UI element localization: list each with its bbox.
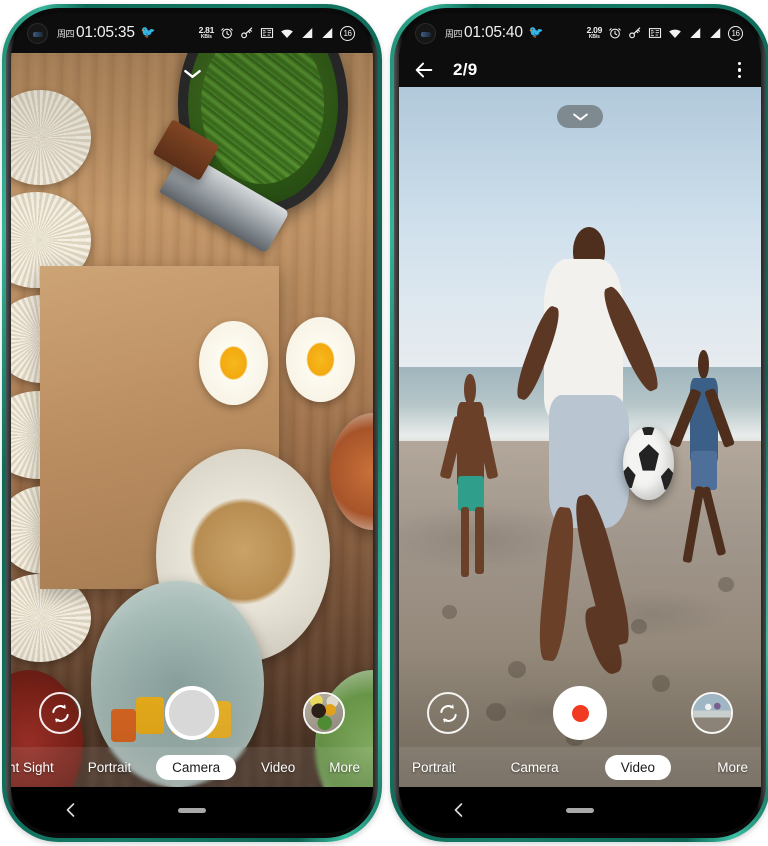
camera-mode-bar-left: ht Sight Portrait Camera Video More [11, 747, 373, 787]
network-speed-unit: KB/s [200, 33, 212, 40]
nav-back-icon[interactable] [451, 802, 467, 818]
mode-portrait[interactable]: Portrait [403, 755, 465, 780]
gallery-thumbnail-button[interactable] [691, 692, 733, 734]
thumbnail-image-beach [693, 694, 731, 732]
key-icon [241, 27, 253, 39]
bird-icon: 🐦 [140, 25, 156, 39]
phone-device-right: 周四 01:05:40 🐦 2.09 KB/s 16 2/9 Portrait … [390, 4, 768, 842]
phone-screen-left: 周四 01:05:35 🐦 2.81 KB/s 16 ht Sight Port… [11, 13, 373, 833]
status-bar-right: 周四 01:05:40 🐦 2.09 KB/s 16 [399, 13, 761, 53]
network-speed-unit: KB/s [588, 33, 600, 40]
bird-icon: 🐦 [528, 25, 544, 39]
page-title: 2/9 [453, 60, 478, 79]
status-icons-left: 2.81 KB/s 16 [199, 25, 355, 41]
nav-home-handle[interactable] [566, 807, 594, 813]
mode-portrait[interactable]: Portrait [79, 755, 141, 780]
switch-camera-button[interactable] [427, 692, 469, 734]
status-icons-right: 2.09 KB/s 16 [587, 25, 743, 41]
vpn-icon [648, 28, 662, 38]
signal-icon [302, 28, 313, 38]
battery-indicator: 16 [340, 25, 355, 41]
chevron-down-glyph [183, 69, 201, 79]
nav-home-handle[interactable] [178, 807, 206, 813]
mode-video[interactable]: Video [252, 755, 304, 780]
alarm-icon [221, 28, 233, 39]
wifi-icon [281, 29, 293, 38]
camera-viewfinder-right[interactable]: Portrait Camera Video More [399, 87, 761, 787]
camera-controls-right [399, 681, 761, 745]
system-nav-bar-left [11, 787, 373, 833]
chevron-down-icon[interactable] [172, 63, 212, 85]
mode-night-sight[interactable]: ht Sight [11, 755, 63, 780]
app-bar-right: 2/9 [399, 53, 761, 87]
signal-icon-2 [322, 28, 333, 38]
mode-more[interactable]: More [708, 755, 757, 780]
system-nav-bar-right [399, 787, 761, 833]
status-day-label: 周四 [57, 28, 75, 39]
chevron-down-icon[interactable] [557, 105, 603, 128]
thumbnail-image-spices [305, 694, 343, 732]
phone-screen-right: 周四 01:05:40 🐦 2.09 KB/s 16 2/9 Portrait … [399, 13, 761, 833]
mode-video[interactable]: Video [604, 754, 672, 780]
switch-camera-icon [51, 703, 69, 723]
battery-indicator: 16 [728, 25, 743, 41]
record-button[interactable] [553, 686, 607, 740]
mode-more[interactable]: More [320, 755, 369, 780]
network-speed-indicator: 2.09 KB/s [587, 26, 603, 40]
wifi-icon [669, 29, 681, 38]
phone-device-left: 周四 01:05:35 🐦 2.81 KB/s 16 ht Sight Port… [2, 4, 382, 842]
punch-hole-camera-icon [27, 22, 48, 44]
mode-camera[interactable]: Camera [156, 754, 237, 780]
switch-camera-button[interactable] [39, 692, 81, 734]
camera-viewfinder-left[interactable]: ht Sight Portrait Camera Video More [11, 53, 373, 787]
alarm-icon [609, 28, 621, 39]
status-bar-left: 周四 01:05:35 🐦 2.81 KB/s 16 [11, 13, 373, 53]
camera-controls-left [11, 681, 373, 745]
switch-camera-icon [439, 703, 457, 723]
back-arrow-icon[interactable] [413, 59, 435, 81]
signal-icon [690, 28, 701, 38]
more-options-icon[interactable] [734, 58, 745, 82]
status-time: 01:05:35 [76, 24, 135, 41]
status-day-label: 周四 [445, 28, 463, 39]
mode-camera[interactable]: Camera [502, 755, 568, 780]
viewfinder-scene-food [11, 53, 373, 787]
gallery-thumbnail-button[interactable] [303, 692, 345, 734]
network-speed-indicator: 2.81 KB/s [199, 26, 215, 40]
chevron-down-glyph [572, 113, 588, 120]
vpn-icon [260, 28, 274, 38]
status-time: 01:05:40 [464, 24, 523, 41]
shutter-button[interactable] [165, 686, 219, 740]
nav-back-icon[interactable] [63, 802, 79, 818]
punch-hole-camera-icon [415, 22, 436, 44]
key-icon [629, 27, 641, 39]
camera-mode-bar-right: Portrait Camera Video More [399, 747, 761, 787]
signal-icon-2 [710, 28, 721, 38]
screenshot-stage: 周四 01:05:35 🐦 2.81 KB/s 16 ht Sight Port… [0, 0, 768, 846]
